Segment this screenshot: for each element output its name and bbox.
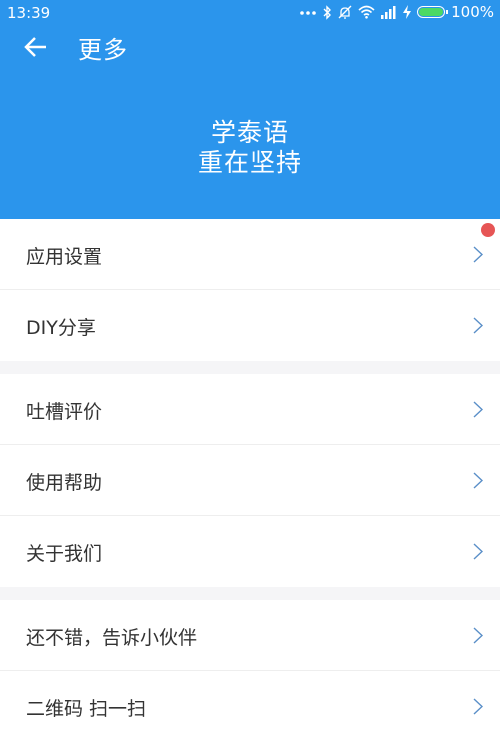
battery-fill bbox=[419, 8, 444, 16]
menu-item-help[interactable]: 使用帮助 bbox=[0, 445, 500, 516]
notification-badge bbox=[481, 223, 495, 237]
status-bar: 13:39 100% bbox=[0, 0, 500, 26]
menu-item-label: DIY分享 bbox=[26, 317, 96, 339]
chevron-right-icon bbox=[473, 472, 483, 489]
chevron-right-icon bbox=[473, 698, 483, 715]
menu-item-qr-scan[interactable]: 二维码 扫一扫 bbox=[0, 671, 500, 742]
group-divider bbox=[0, 361, 500, 374]
group-divider bbox=[0, 587, 500, 600]
menu-item-label: 使用帮助 bbox=[26, 472, 103, 494]
battery-tip bbox=[446, 10, 449, 14]
settings-menu: 应用设置 DIY分享 吐槽评价 使用帮助 关于我们 还不错，告诉小伙伴 二维码 … bbox=[0, 219, 500, 742]
app-bar: 更多 bbox=[0, 26, 500, 66]
dots-icon bbox=[300, 11, 316, 15]
back-button[interactable] bbox=[20, 31, 52, 63]
battery-icon bbox=[417, 6, 449, 18]
bluetooth-icon bbox=[323, 4, 332, 20]
wifi-icon bbox=[358, 5, 375, 19]
menu-item-feedback[interactable]: 吐槽评价 bbox=[0, 374, 500, 445]
arrow-left-icon bbox=[24, 37, 46, 57]
menu-item-label: 关于我们 bbox=[26, 543, 103, 565]
chevron-right-icon bbox=[473, 627, 483, 644]
chevron-right-icon bbox=[473, 246, 483, 263]
menu-item-diy-share[interactable]: DIY分享 bbox=[0, 290, 500, 361]
menu-item-label: 二维码 扫一扫 bbox=[26, 698, 147, 720]
status-time: 13:39 bbox=[7, 4, 51, 22]
chevron-right-icon bbox=[473, 401, 483, 418]
menu-item-app-settings[interactable]: 应用设置 bbox=[0, 219, 500, 290]
menu-item-label: 还不错，告诉小伙伴 bbox=[26, 627, 198, 649]
menu-group-2: 吐槽评价 使用帮助 关于我们 bbox=[0, 374, 500, 587]
menu-group-3: 还不错，告诉小伙伴 二维码 扫一扫 bbox=[0, 600, 500, 742]
page-title: 更多 bbox=[78, 36, 128, 64]
menu-item-label: 应用设置 bbox=[26, 246, 103, 268]
slogan: 学泰语 重在坚持 bbox=[0, 118, 500, 178]
chevron-right-icon bbox=[473, 543, 483, 560]
battery-percent: 100% bbox=[451, 3, 494, 21]
slogan-line-2: 重在坚持 bbox=[197, 148, 302, 177]
menu-item-label: 吐槽评价 bbox=[26, 401, 103, 423]
mute-icon bbox=[338, 5, 352, 19]
charging-icon bbox=[403, 5, 412, 19]
chevron-right-icon bbox=[473, 317, 483, 334]
menu-group-1: 应用设置 DIY分享 bbox=[0, 219, 500, 361]
signal-icon bbox=[381, 5, 396, 19]
header-banner: 13:39 100% 更多 学泰语 重在坚持 bbox=[0, 0, 500, 219]
menu-item-about[interactable]: 关于我们 bbox=[0, 516, 500, 587]
status-icons: 100% bbox=[300, 3, 494, 21]
slogan-line-1: 学泰语 bbox=[210, 118, 289, 147]
menu-item-share-friends[interactable]: 还不错，告诉小伙伴 bbox=[0, 600, 500, 671]
